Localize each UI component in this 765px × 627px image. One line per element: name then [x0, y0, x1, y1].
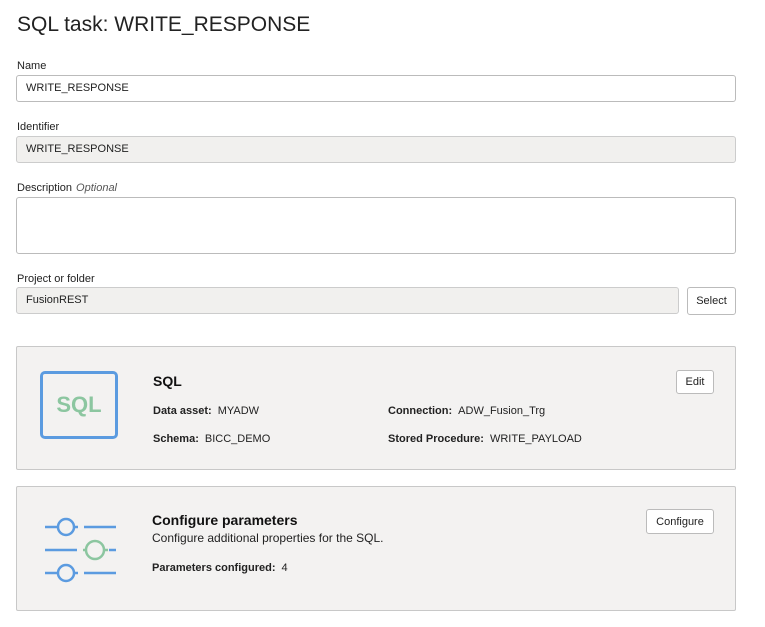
parameters-configured: Parameters configured: 4 — [152, 562, 288, 574]
project-input[interactable]: FusionREST — [16, 287, 679, 314]
description-label-text: Description — [17, 182, 73, 194]
identifier-input[interactable]: WRITE_RESPONSE — [16, 136, 736, 163]
schema-field: Schema: BICC_DEMO — [153, 433, 270, 445]
optional-hint: Optional — [76, 182, 118, 194]
description-textarea[interactable] — [16, 197, 736, 254]
parameters-title: Configure parameters — [152, 512, 298, 528]
project-label: Project or folder — [17, 273, 95, 285]
parameters-card: Configure parameters Configure additiona… — [16, 486, 736, 611]
data-asset-field: Data asset: MYADW — [153, 405, 259, 417]
identifier-label: Identifier — [17, 121, 60, 133]
data-asset-value: MYADW — [217, 405, 260, 417]
connection-label: Connection: — [388, 405, 453, 417]
connection-value: ADW_Fusion_Trg — [458, 405, 546, 417]
sql-card-title: SQL — [153, 373, 182, 389]
data-asset-label: Data asset: — [153, 405, 212, 417]
description-label: Description Optional — [17, 182, 117, 194]
schema-value: BICC_DEMO — [204, 433, 271, 445]
name-input[interactable]: WRITE_RESPONSE — [16, 75, 736, 102]
sliders-icon — [45, 517, 116, 583]
parameters-configured-label: Parameters configured: — [152, 562, 276, 574]
sql-icon: SQL — [40, 371, 118, 439]
select-button[interactable]: Select — [687, 287, 736, 315]
edit-button[interactable]: Edit — [676, 370, 714, 394]
sql-card: SQL SQL Data asset: MYADW Connection: ADW_… — [16, 346, 736, 470]
configure-button[interactable]: Configure — [646, 509, 714, 534]
page-title: SQL task: WRITE_RESPONSE — [17, 13, 311, 36]
schema-label: Schema: — [153, 433, 199, 445]
parameters-configured-count: 4 — [281, 562, 288, 574]
procedure-field: Stored Procedure: WRITE_PAYLOAD — [388, 433, 582, 445]
connection-field: Connection: ADW_Fusion_Trg — [388, 405, 545, 417]
procedure-value: WRITE_PAYLOAD — [489, 433, 582, 445]
procedure-label: Stored Procedure: — [388, 433, 484, 445]
parameters-description: Configure additional properties for the … — [152, 531, 384, 545]
name-label: Name — [17, 60, 47, 72]
